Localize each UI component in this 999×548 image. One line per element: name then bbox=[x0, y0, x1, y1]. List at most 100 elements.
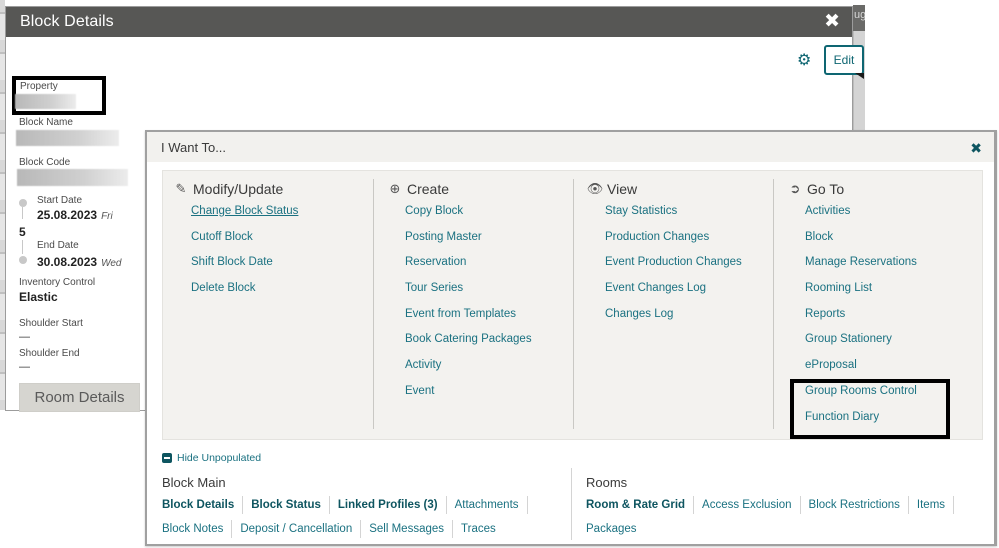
column-title: ➲ Go To bbox=[787, 179, 977, 199]
action-reservation[interactable]: Reservation bbox=[405, 252, 567, 278]
rooms-section: Rooms Room & Rate Grid Access Exclusion … bbox=[586, 475, 955, 541]
i-want-to-panel: I Want To... ✖ ✎ Modify/Update Change Bl… bbox=[145, 130, 997, 546]
block-main-section: Block Main Block Details Block Status Li… bbox=[162, 475, 528, 541]
start-date: 25.08.2023 bbox=[37, 208, 98, 222]
action-tour-series[interactable]: Tour Series bbox=[405, 278, 567, 304]
shoulder-end-value: — bbox=[19, 361, 30, 373]
dialog-title: Block Details bbox=[20, 13, 114, 30]
link-block-details[interactable]: Block Details bbox=[162, 496, 244, 514]
nights-count: 5 bbox=[19, 225, 26, 239]
column-divider bbox=[373, 179, 374, 429]
section-title: Block Main bbox=[162, 475, 226, 490]
link-deposit-cancellation[interactable]: Deposit / Cancellation bbox=[232, 520, 362, 538]
dialog-header: Block Details ✖ bbox=[6, 7, 852, 37]
link-linked-profiles[interactable]: Linked Profiles (3) bbox=[330, 496, 447, 514]
action-activity[interactable]: Activity bbox=[405, 355, 567, 381]
action-event-production-changes[interactable]: Event Production Changes bbox=[605, 252, 777, 278]
column-title: 👁 View bbox=[587, 179, 777, 199]
actions-body: ✎ Modify/Update Change Block Status Cuto… bbox=[162, 170, 983, 440]
goto-highlight-box bbox=[790, 379, 950, 439]
action-book-catering-packages[interactable]: Book Catering Packages bbox=[405, 329, 567, 355]
close-icon[interactable]: ✖ bbox=[970, 140, 982, 157]
block-code-label: Block Code bbox=[19, 157, 71, 168]
column-modify-update: ✎ Modify/Update Change Block Status Cuto… bbox=[173, 179, 373, 429]
action-change-block-status[interactable]: Change Block Status bbox=[191, 201, 373, 227]
action-production-changes[interactable]: Production Changes bbox=[605, 227, 777, 253]
edit-tooltip-corner bbox=[855, 73, 864, 79]
action-shift-block-date[interactable]: Shift Block Date bbox=[191, 252, 373, 278]
shoulder-start-value: — bbox=[19, 331, 30, 343]
column-divider bbox=[573, 179, 574, 429]
action-rooming-list[interactable]: Rooming List bbox=[805, 278, 977, 304]
link-items[interactable]: Items bbox=[909, 496, 955, 514]
gear-icon[interactable]: ⚙ bbox=[797, 53, 812, 69]
link-block-restrictions[interactable]: Block Restrictions bbox=[801, 496, 909, 514]
action-changes-log[interactable]: Changes Log bbox=[605, 304, 777, 330]
link-row: Block Notes Deposit / Cancellation Sell … bbox=[162, 517, 528, 541]
action-delete-block[interactable]: Delete Block bbox=[191, 278, 373, 304]
start-date-label: Start Date bbox=[37, 195, 83, 206]
inventory-control-label: Inventory Control bbox=[19, 277, 96, 288]
link-packages[interactable]: Packages bbox=[586, 520, 645, 538]
column-title-text: Go To bbox=[807, 181, 845, 197]
close-icon[interactable]: ✖ bbox=[824, 12, 840, 32]
action-block[interactable]: Block bbox=[805, 227, 977, 253]
section-divider bbox=[571, 468, 572, 540]
hide-unpopulated-toggle[interactable]: Hide Unpopulated bbox=[162, 452, 261, 464]
start-date-value: 25.08.2023 Fri bbox=[37, 208, 113, 222]
block-name-value-redacted bbox=[16, 130, 119, 146]
end-date: 30.08.2023 bbox=[37, 255, 98, 269]
link-block-status[interactable]: Block Status bbox=[243, 496, 330, 514]
end-date-value: 30.08.2023 Wed bbox=[37, 255, 121, 269]
action-cutoff-block[interactable]: Cutoff Block bbox=[191, 227, 373, 253]
column-items: Stay Statistics Production Changes Event… bbox=[587, 201, 777, 329]
edit-button[interactable]: Edit bbox=[824, 45, 864, 75]
link-row: Room & Rate Grid Access Exclusion Block … bbox=[586, 493, 955, 517]
action-event-from-templates[interactable]: Event from Templates bbox=[405, 304, 567, 330]
link-room-rate-grid[interactable]: Room & Rate Grid bbox=[586, 496, 695, 514]
action-event[interactable]: Event bbox=[405, 381, 567, 407]
shoulder-start-label: Shoulder Start bbox=[19, 318, 83, 329]
action-posting-master[interactable]: Posting Master bbox=[405, 227, 567, 253]
start-day: Fri bbox=[101, 211, 113, 222]
link-block-notes[interactable]: Block Notes bbox=[162, 520, 233, 538]
action-manage-reservations[interactable]: Manage Reservations bbox=[805, 252, 977, 278]
block-code-value-redacted bbox=[17, 169, 128, 186]
column-items: Copy Block Posting Master Reservation To… bbox=[387, 201, 567, 407]
column-divider bbox=[773, 179, 774, 429]
block-name-label: Block Name bbox=[19, 117, 73, 128]
link-access-exclusion[interactable]: Access Exclusion bbox=[694, 496, 801, 514]
end-day: Wed bbox=[101, 258, 122, 269]
minus-square-icon bbox=[162, 453, 172, 463]
eye-icon: 👁 bbox=[586, 181, 604, 196]
column-title: ⊕ Create bbox=[387, 179, 567, 199]
action-reports[interactable]: Reports bbox=[805, 304, 977, 330]
background-partial-text: ug bbox=[853, 5, 865, 31]
room-details-button[interactable]: Room Details bbox=[19, 383, 140, 412]
arrow-circle-right-icon: ➲ bbox=[789, 181, 801, 196]
hide-unpopulated-label: Hide Unpopulated bbox=[177, 452, 262, 464]
property-value-redacted bbox=[15, 94, 76, 109]
inventory-control-value: Elastic bbox=[19, 290, 58, 304]
link-row: Block Details Block Status Linked Profil… bbox=[162, 493, 528, 517]
property-label: Property bbox=[20, 81, 58, 92]
action-group-stationery[interactable]: Group Stationery bbox=[805, 329, 977, 355]
shoulder-end-label: Shoulder End bbox=[19, 348, 80, 359]
start-date-dot bbox=[19, 199, 27, 207]
column-title-text: Create bbox=[407, 181, 450, 197]
date-range-line-bottom bbox=[22, 240, 23, 254]
link-row: Packages bbox=[586, 517, 954, 541]
link-sell-messages[interactable]: Sell Messages bbox=[361, 520, 454, 538]
column-title: ✎ Modify/Update bbox=[173, 179, 373, 199]
action-event-changes-log[interactable]: Event Changes Log bbox=[605, 278, 777, 304]
link-attachments[interactable]: Attachments bbox=[447, 496, 528, 514]
action-activities[interactable]: Activities bbox=[805, 201, 977, 227]
column-title-text: Modify/Update bbox=[193, 181, 284, 197]
end-date-dot bbox=[19, 256, 27, 264]
action-stay-statistics[interactable]: Stay Statistics bbox=[605, 201, 777, 227]
column-create: ⊕ Create Copy Block Posting Master Reser… bbox=[387, 179, 567, 429]
action-eproposal[interactable]: eProposal bbox=[805, 355, 977, 381]
column-view: 👁 View Stay Statistics Production Change… bbox=[587, 179, 777, 429]
link-traces[interactable]: Traces bbox=[453, 520, 504, 538]
action-copy-block[interactable]: Copy Block bbox=[405, 201, 567, 227]
